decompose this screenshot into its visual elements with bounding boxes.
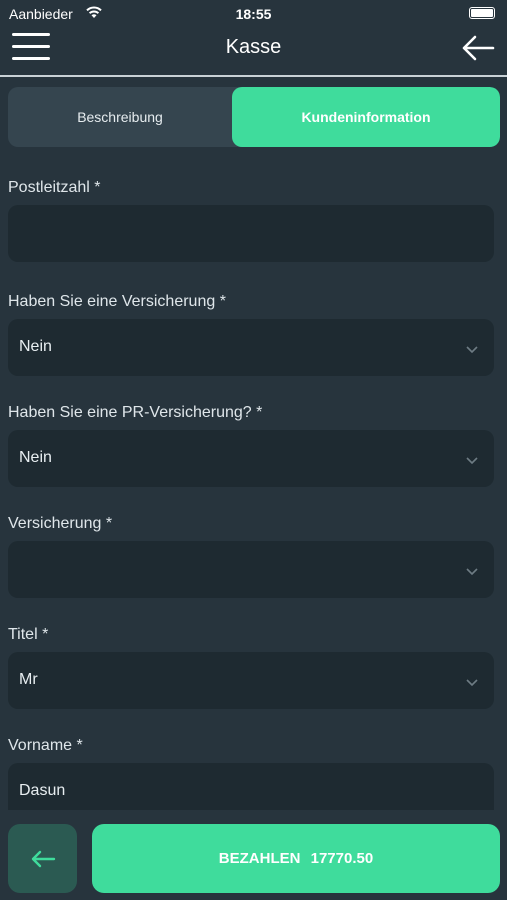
arrow-left-icon bbox=[30, 850, 56, 873]
has-insurance-label: Haben Sie eine Versicherung * bbox=[8, 293, 226, 310]
page-title: Kasse bbox=[225, 36, 282, 58]
clock: 18:55 bbox=[235, 6, 272, 22]
chevron-down-icon bbox=[466, 563, 478, 581]
pr-insurance-value: Nein bbox=[19, 449, 52, 466]
title-select[interactable]: Mr bbox=[8, 652, 494, 709]
postal-code-input[interactable] bbox=[8, 205, 494, 262]
pr-insurance-select[interactable]: Nein bbox=[8, 430, 494, 487]
postal-code-label: Postleitzahl * bbox=[8, 179, 101, 196]
pay-button-amount: 17770.50 bbox=[310, 850, 374, 867]
tab-kundeninformation[interactable]: Kundeninformation bbox=[232, 87, 500, 147]
tab-bar: Beschreibung Kundeninformation bbox=[8, 87, 500, 147]
bottom-action-bar: BEZAHLEN 17770.50 bbox=[0, 810, 507, 900]
first-name-label: Vorname * bbox=[8, 737, 83, 754]
chevron-down-icon bbox=[466, 452, 478, 470]
insurance-label: Versicherung * bbox=[8, 515, 113, 532]
status-bar: Aanbieder 18:55 bbox=[0, 0, 507, 28]
insurance-select[interactable] bbox=[8, 541, 494, 598]
pr-insurance-label: Haben Sie eine PR-Versicherung? * bbox=[8, 404, 263, 421]
chevron-down-icon bbox=[466, 341, 478, 359]
back-arrow-icon[interactable] bbox=[461, 34, 495, 62]
navigation-bar: Kasse bbox=[0, 28, 507, 77]
tab-beschreibung[interactable]: Beschreibung bbox=[8, 87, 232, 147]
first-name-value: Dasun bbox=[19, 782, 66, 799]
battery-icon bbox=[469, 7, 495, 19]
has-insurance-select[interactable]: Nein bbox=[8, 319, 494, 376]
pay-button[interactable]: BEZAHLEN 17770.50 bbox=[92, 824, 500, 893]
pay-button-label: BEZAHLEN bbox=[218, 850, 301, 867]
title-value: Mr bbox=[19, 671, 38, 688]
has-insurance-value: Nein bbox=[19, 338, 52, 355]
chevron-down-icon bbox=[466, 674, 478, 692]
title-label: Titel * bbox=[8, 626, 49, 643]
previous-step-button[interactable] bbox=[8, 824, 77, 893]
